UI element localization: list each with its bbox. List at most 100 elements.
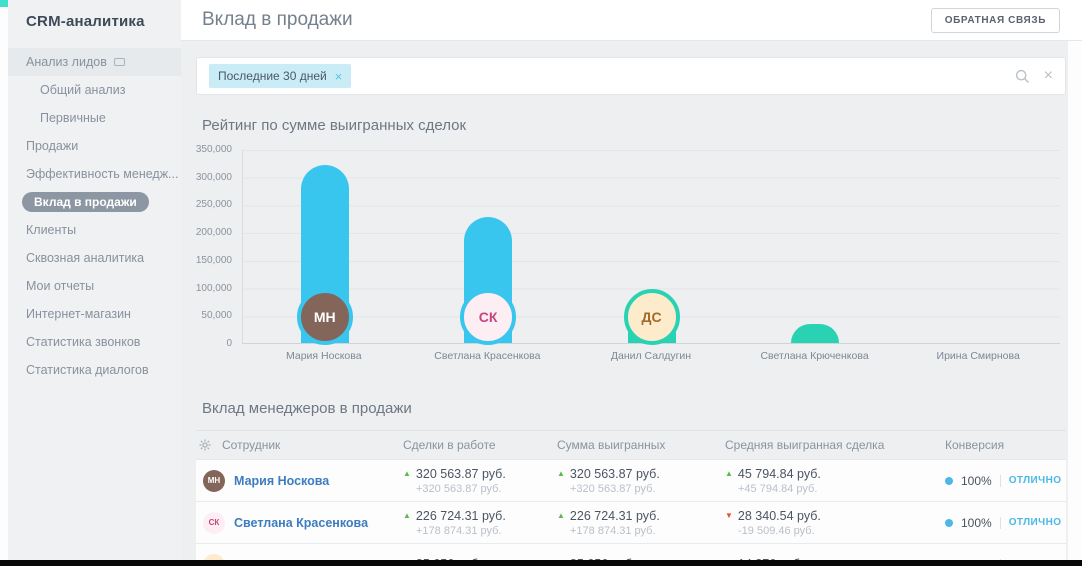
won-value: 320 563.87 руб.: [570, 467, 660, 481]
table-title: Вклад менеджеров в продажи: [202, 400, 412, 417]
avatar-svetlana-krasenkova: СК: [460, 289, 516, 345]
chart-title: Рейтинг по сумме выигранных сделок: [202, 117, 466, 134]
table-settings-gear-icon[interactable]: [199, 439, 211, 451]
bar-slot-svetlana-krasenkova[interactable]: СК: [406, 150, 569, 343]
bar-slot-svetlana-kryuchenkova[interactable]: [733, 150, 896, 343]
edge-accent-notch: [0, 0, 8, 7]
employee-link[interactable]: Мария Носкова: [234, 474, 329, 488]
sidebar-item-label: Общий анализ: [40, 76, 125, 104]
selected-item-pill: Вклад в продажи: [22, 192, 149, 212]
bar-svetlana-kryuchenkova[interactable]: [791, 324, 839, 343]
sidebar-item-primary[interactable]: Первичные: [8, 104, 181, 132]
y-tick: 250,000: [181, 198, 232, 212]
sidebar-item-clients[interactable]: Клиенты: [8, 216, 181, 244]
table-header-row: Сотрудник Сделки в работе Сумма выигранн…: [196, 430, 1066, 460]
conversion-dot-icon: [945, 477, 953, 485]
bar-slot-danil-saldugin[interactable]: ДС: [570, 150, 733, 343]
column-header-employee[interactable]: Сотрудник: [222, 438, 280, 452]
y-tick: 100,000: [181, 282, 232, 296]
y-tick: 350,000: [181, 143, 232, 157]
avatar-maria-noskova: МН: [297, 289, 353, 345]
sidebar-item-sales[interactable]: Продажи: [8, 132, 181, 160]
filter-actions: ×: [1015, 68, 1053, 84]
lead-analysis-indicator-icon: [114, 58, 125, 66]
sidebar-item-lead-analysis[interactable]: Анализ лидов: [8, 48, 181, 76]
column-header-avg-won-deal[interactable]: Средняя выигранная сделка: [725, 438, 945, 452]
won-value: 226 724.31 руб.: [570, 509, 660, 523]
employee-link[interactable]: Светлана Красенкова: [234, 516, 368, 530]
trend-up-icon: ▲: [557, 470, 565, 478]
column-header-conversion[interactable]: Конверсия: [945, 438, 1066, 452]
managers-table: Сотрудник Сделки в работе Сумма выигранн…: [196, 430, 1066, 566]
bottom-black-strip: [0, 560, 1082, 566]
sidebar-item-label: Первичные: [40, 104, 106, 132]
avg-value: 45 794.84 руб.: [738, 467, 821, 481]
sidebar-item-manager-efficiency[interactable]: Эффективность менедж...: [8, 160, 181, 188]
x-label: Мария Носкова: [242, 350, 406, 362]
conversion-value: 100%: [961, 516, 992, 530]
x-label: Ирина Смирнова: [896, 350, 1060, 362]
trend-up-icon: ▲: [403, 470, 411, 478]
column-header-deals-in-progress[interactable]: Сделки в работе: [403, 438, 557, 452]
won-delta: +178 874.31 руб.: [557, 525, 725, 537]
sidebar-item-sales-contribution[interactable]: Вклад в продажи: [8, 188, 181, 216]
y-tick: 0: [181, 337, 232, 351]
sidebar-item-label: Эффективность менедж...: [26, 160, 178, 188]
sidebar-item-label: Статистика диалогов: [26, 356, 149, 384]
avg-value: 28 340.54 руб.: [738, 509, 821, 523]
avg-delta: +45 794.84 руб.: [725, 483, 945, 495]
top-bar: Вклад в продажи ОБРАТНАЯ СВЯЗЬ: [181, 0, 1082, 41]
x-label: Светлана Красенкова: [406, 350, 570, 362]
column-header-won-sum[interactable]: Сумма выигранных: [557, 438, 725, 452]
filter-tag-last-30-days[interactable]: Последние 30 дней ×: [209, 64, 351, 88]
divider: [1000, 475, 1001, 487]
sidebar-item-label: Статистика звонков: [26, 328, 140, 356]
filter-bar[interactable]: Последние 30 дней × ×: [196, 57, 1066, 95]
deals-delta: +178 874.31 руб.: [403, 525, 557, 537]
table-row: МН Мария Носкова ▲320 563.87 руб. +320 5…: [196, 460, 1066, 502]
x-label: Светлана Крюченкова: [733, 350, 897, 362]
y-tick: 300,000: [181, 171, 232, 185]
deals-value: 226 724.31 руб.: [416, 509, 506, 523]
bar-slot-maria-noskova[interactable]: МН: [243, 150, 406, 343]
table-row: СК Светлана Красенкова ▲226 724.31 руб. …: [196, 502, 1066, 544]
grade-badge[interactable]: ОТЛИЧНО: [1009, 475, 1062, 486]
bar-chart-plot: МН СК ДС: [242, 150, 1060, 344]
app-title: CRM-аналитика: [8, 0, 181, 30]
row-avatar: СК: [203, 512, 225, 534]
sidebar-item-dialog-statistics[interactable]: Статистика диалогов: [8, 356, 181, 384]
content-area: Последние 30 дней × × Рейтинг по сумме в…: [181, 41, 1068, 560]
conversion-dot-icon: [945, 519, 953, 527]
right-edge-strip: [1068, 41, 1082, 560]
grade-badge[interactable]: ОТЛИЧНО: [1009, 517, 1062, 528]
y-tick: 50,000: [181, 309, 232, 323]
page-title: Вклад в продажи: [202, 9, 353, 31]
sidebar-item-label: Сквозная аналитика: [26, 244, 144, 272]
row-avatar: МН: [203, 470, 225, 492]
sidebar-item-label: Клиенты: [26, 216, 76, 244]
sidebar-item-end-to-end-analytics[interactable]: Сквозная аналитика: [8, 244, 181, 272]
crm-analytics-app: CRM-аналитика Анализ лидов Общий анализ …: [0, 0, 1082, 566]
sidebar-item-general-analysis[interactable]: Общий анализ: [8, 76, 181, 104]
feedback-button[interactable]: ОБРАТНАЯ СВЯЗЬ: [931, 8, 1060, 33]
left-edge-strip: [0, 0, 8, 560]
chart-y-axis: 350,000 300,000 250,000 200,000 150,000 …: [181, 143, 232, 351]
search-icon[interactable]: [1015, 69, 1030, 84]
x-label: Данил Салдугин: [569, 350, 733, 362]
divider: [1000, 517, 1001, 529]
trend-down-icon: ▼: [725, 512, 733, 520]
tag-close-icon[interactable]: ×: [335, 70, 343, 83]
sidebar-item-online-store[interactable]: Интернет-магазин: [8, 300, 181, 328]
deals-value: 320 563.87 руб.: [416, 467, 506, 481]
conversion-value: 100%: [961, 474, 992, 488]
filter-clear-icon[interactable]: ×: [1044, 68, 1053, 84]
y-tick: 200,000: [181, 226, 232, 240]
avatar-danil-saldugin: ДС: [624, 289, 680, 345]
trend-up-icon: ▲: [557, 512, 565, 520]
chart-x-axis: Мария Носкова Светлана Красенкова Данил …: [242, 350, 1060, 362]
y-tick: 150,000: [181, 254, 232, 268]
trend-up-icon: ▲: [725, 470, 733, 478]
bar-slot-irina-smirnova[interactable]: [897, 150, 1060, 343]
sidebar-item-my-reports[interactable]: Мои отчеты: [8, 272, 181, 300]
sidebar-item-call-statistics[interactable]: Статистика звонков: [8, 328, 181, 356]
